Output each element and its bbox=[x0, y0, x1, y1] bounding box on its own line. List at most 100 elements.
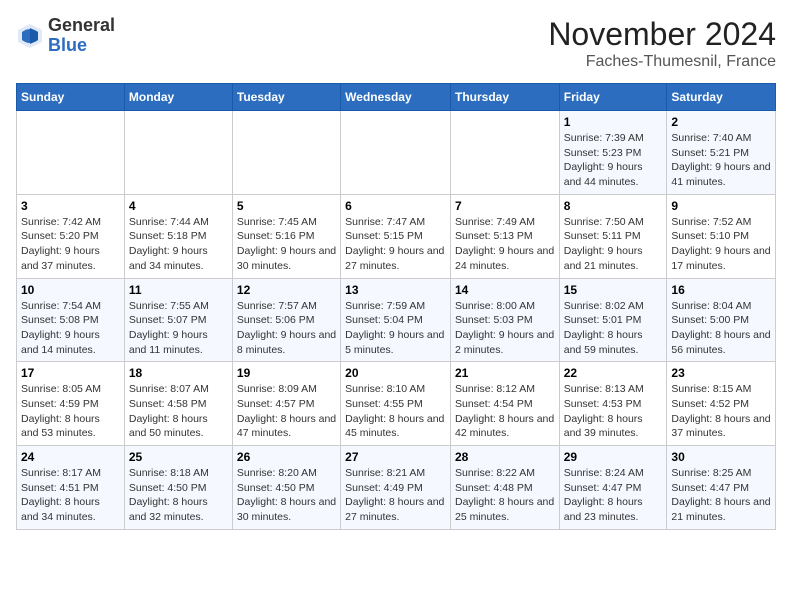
header-saturday: Saturday bbox=[667, 84, 776, 111]
day-number: 12 bbox=[237, 283, 336, 297]
week-row-4: 17 Sunrise: 8:05 AM Sunset: 4:59 PM Dayli… bbox=[17, 362, 776, 446]
location-title: Faches-Thumesnil, France bbox=[548, 53, 776, 71]
day-number: 16 bbox=[671, 283, 771, 297]
day-info: Sunrise: 8:05 AM Sunset: 4:59 PM Dayligh… bbox=[21, 382, 120, 441]
day-number: 30 bbox=[671, 450, 771, 464]
day-info: Sunrise: 7:52 AM Sunset: 5:10 PM Dayligh… bbox=[671, 215, 771, 274]
day-info: Sunrise: 7:42 AM Sunset: 5:20 PM Dayligh… bbox=[21, 215, 120, 274]
day-cell: 9Sunrise: 7:52 AM Sunset: 5:10 PM Daylig… bbox=[667, 194, 776, 278]
header-friday: Friday bbox=[559, 84, 667, 111]
day-number: 25 bbox=[129, 450, 228, 464]
day-cell: 8 Sunrise: 7:50 AM Sunset: 5:11 PM Daylig… bbox=[559, 194, 667, 278]
day-cell: 29 Sunrise: 8:24 AM Sunset: 4:47 PM Dayli… bbox=[559, 446, 667, 530]
day-number: 2 bbox=[671, 115, 771, 129]
day-cell: 12 Sunrise: 7:57 AM Sunset: 5:06 PM Dayli… bbox=[232, 278, 340, 362]
day-info: Sunrise: 8:07 AM Sunset: 4:58 PM Dayligh… bbox=[129, 382, 228, 441]
day-number: 24 bbox=[21, 450, 120, 464]
logo-text: General Blue bbox=[48, 16, 115, 56]
day-info: Sunrise: 7:50 AM Sunset: 5:11 PM Dayligh… bbox=[564, 215, 663, 274]
logo: General Blue bbox=[16, 16, 115, 56]
day-info: Sunrise: 7:55 AM Sunset: 5:07 PM Dayligh… bbox=[129, 299, 228, 358]
day-cell: 28 Sunrise: 8:22 AM Sunset: 4:48 PM Dayli… bbox=[450, 446, 559, 530]
day-number: 21 bbox=[455, 366, 555, 380]
day-number: 13 bbox=[345, 283, 446, 297]
logo-icon bbox=[16, 22, 44, 50]
day-cell: 3 Sunrise: 7:42 AM Sunset: 5:20 PM Daylig… bbox=[17, 194, 125, 278]
day-number: 27 bbox=[345, 450, 446, 464]
day-info: Sunrise: 7:57 AM Sunset: 5:06 PM Dayligh… bbox=[237, 299, 336, 358]
week-row-3: 10Sunrise: 7:54 AM Sunset: 5:08 PM Dayli… bbox=[17, 278, 776, 362]
day-info: Sunrise: 8:04 AM Sunset: 5:00 PM Dayligh… bbox=[671, 299, 771, 358]
header-wednesday: Wednesday bbox=[341, 84, 451, 111]
day-number: 19 bbox=[237, 366, 336, 380]
day-number: 22 bbox=[564, 366, 663, 380]
day-info: Sunrise: 8:22 AM Sunset: 4:48 PM Dayligh… bbox=[455, 466, 555, 525]
day-info: Sunrise: 7:49 AM Sunset: 5:13 PM Dayligh… bbox=[455, 215, 555, 274]
day-info: Sunrise: 8:12 AM Sunset: 4:54 PM Dayligh… bbox=[455, 382, 555, 441]
week-row-5: 24Sunrise: 8:17 AM Sunset: 4:51 PM Dayli… bbox=[17, 446, 776, 530]
day-cell bbox=[17, 111, 125, 195]
day-cell: 17 Sunrise: 8:05 AM Sunset: 4:59 PM Dayli… bbox=[17, 362, 125, 446]
day-info: Sunrise: 8:10 AM Sunset: 4:55 PM Dayligh… bbox=[345, 382, 446, 441]
day-number: 8 bbox=[564, 199, 663, 213]
day-cell: 25Sunrise: 8:18 AM Sunset: 4:50 PM Dayli… bbox=[124, 446, 232, 530]
day-number: 1 bbox=[564, 115, 663, 129]
day-cell: 19Sunrise: 8:09 AM Sunset: 4:57 PM Dayli… bbox=[232, 362, 340, 446]
day-info: Sunrise: 8:21 AM Sunset: 4:49 PM Dayligh… bbox=[345, 466, 446, 525]
day-number: 14 bbox=[455, 283, 555, 297]
day-cell bbox=[341, 111, 451, 195]
day-info: Sunrise: 7:39 AM Sunset: 5:23 PM Dayligh… bbox=[564, 131, 663, 190]
day-cell: 10Sunrise: 7:54 AM Sunset: 5:08 PM Dayli… bbox=[17, 278, 125, 362]
day-number: 28 bbox=[455, 450, 555, 464]
day-number: 26 bbox=[237, 450, 336, 464]
day-info: Sunrise: 7:59 AM Sunset: 5:04 PM Dayligh… bbox=[345, 299, 446, 358]
calendar-header-row: SundayMondayTuesdayWednesdayThursdayFrid… bbox=[17, 84, 776, 111]
day-number: 7 bbox=[455, 199, 555, 213]
day-info: Sunrise: 7:47 AM Sunset: 5:15 PM Dayligh… bbox=[345, 215, 446, 274]
day-number: 29 bbox=[564, 450, 663, 464]
day-info: Sunrise: 7:40 AM Sunset: 5:21 PM Dayligh… bbox=[671, 131, 771, 190]
header-thursday: Thursday bbox=[450, 84, 559, 111]
month-title: November 2024 bbox=[548, 16, 776, 53]
day-cell: 5 Sunrise: 7:45 AM Sunset: 5:16 PM Daylig… bbox=[232, 194, 340, 278]
day-number: 4 bbox=[129, 199, 228, 213]
day-cell bbox=[450, 111, 559, 195]
day-cell: 27 Sunrise: 8:21 AM Sunset: 4:49 PM Dayli… bbox=[341, 446, 451, 530]
day-info: Sunrise: 7:44 AM Sunset: 5:18 PM Dayligh… bbox=[129, 215, 228, 274]
day-cell: 13 Sunrise: 7:59 AM Sunset: 5:04 PM Dayli… bbox=[341, 278, 451, 362]
day-cell: 6 Sunrise: 7:47 AM Sunset: 5:15 PM Daylig… bbox=[341, 194, 451, 278]
day-cell: 11 Sunrise: 7:55 AM Sunset: 5:07 PM Dayli… bbox=[124, 278, 232, 362]
day-cell bbox=[124, 111, 232, 195]
day-number: 17 bbox=[21, 366, 120, 380]
day-number: 20 bbox=[345, 366, 446, 380]
day-info: Sunrise: 8:02 AM Sunset: 5:01 PM Dayligh… bbox=[564, 299, 663, 358]
day-number: 11 bbox=[129, 283, 228, 297]
day-number: 18 bbox=[129, 366, 228, 380]
day-info: Sunrise: 8:24 AM Sunset: 4:47 PM Dayligh… bbox=[564, 466, 663, 525]
day-number: 6 bbox=[345, 199, 446, 213]
day-info: Sunrise: 8:20 AM Sunset: 4:50 PM Dayligh… bbox=[237, 466, 336, 525]
week-row-2: 3 Sunrise: 7:42 AM Sunset: 5:20 PM Daylig… bbox=[17, 194, 776, 278]
day-cell: 30 Sunrise: 8:25 AM Sunset: 4:47 PM Dayli… bbox=[667, 446, 776, 530]
title-section: November 2024 Faches-Thumesnil, France bbox=[548, 16, 776, 71]
day-cell bbox=[232, 111, 340, 195]
day-number: 23 bbox=[671, 366, 771, 380]
day-number: 5 bbox=[237, 199, 336, 213]
day-number: 3 bbox=[21, 199, 120, 213]
week-row-1: 1 Sunrise: 7:39 AM Sunset: 5:23 PM Daylig… bbox=[17, 111, 776, 195]
day-cell: 1 Sunrise: 7:39 AM Sunset: 5:23 PM Daylig… bbox=[559, 111, 667, 195]
day-cell: 2 Sunrise: 7:40 AM Sunset: 5:21 PM Daylig… bbox=[667, 111, 776, 195]
day-cell: 21 Sunrise: 8:12 AM Sunset: 4:54 PM Dayli… bbox=[450, 362, 559, 446]
day-cell: 23Sunrise: 8:15 AM Sunset: 4:52 PM Dayli… bbox=[667, 362, 776, 446]
day-cell: 26 Sunrise: 8:20 AM Sunset: 4:50 PM Dayli… bbox=[232, 446, 340, 530]
day-cell: 16 Sunrise: 8:04 AM Sunset: 5:00 PM Dayli… bbox=[667, 278, 776, 362]
day-cell: 18 Sunrise: 8:07 AM Sunset: 4:58 PM Dayli… bbox=[124, 362, 232, 446]
day-cell: 20 Sunrise: 8:10 AM Sunset: 4:55 PM Dayli… bbox=[341, 362, 451, 446]
day-cell: 14 Sunrise: 8:00 AM Sunset: 5:03 PM Dayli… bbox=[450, 278, 559, 362]
day-cell: 22Sunrise: 8:13 AM Sunset: 4:53 PM Dayli… bbox=[559, 362, 667, 446]
calendar-table: SundayMondayTuesdayWednesdayThursdayFrid… bbox=[16, 83, 776, 530]
day-info: Sunrise: 8:00 AM Sunset: 5:03 PM Dayligh… bbox=[455, 299, 555, 358]
header-sunday: Sunday bbox=[17, 84, 125, 111]
day-info: Sunrise: 7:45 AM Sunset: 5:16 PM Dayligh… bbox=[237, 215, 336, 274]
day-info: Sunrise: 8:25 AM Sunset: 4:47 PM Dayligh… bbox=[671, 466, 771, 525]
